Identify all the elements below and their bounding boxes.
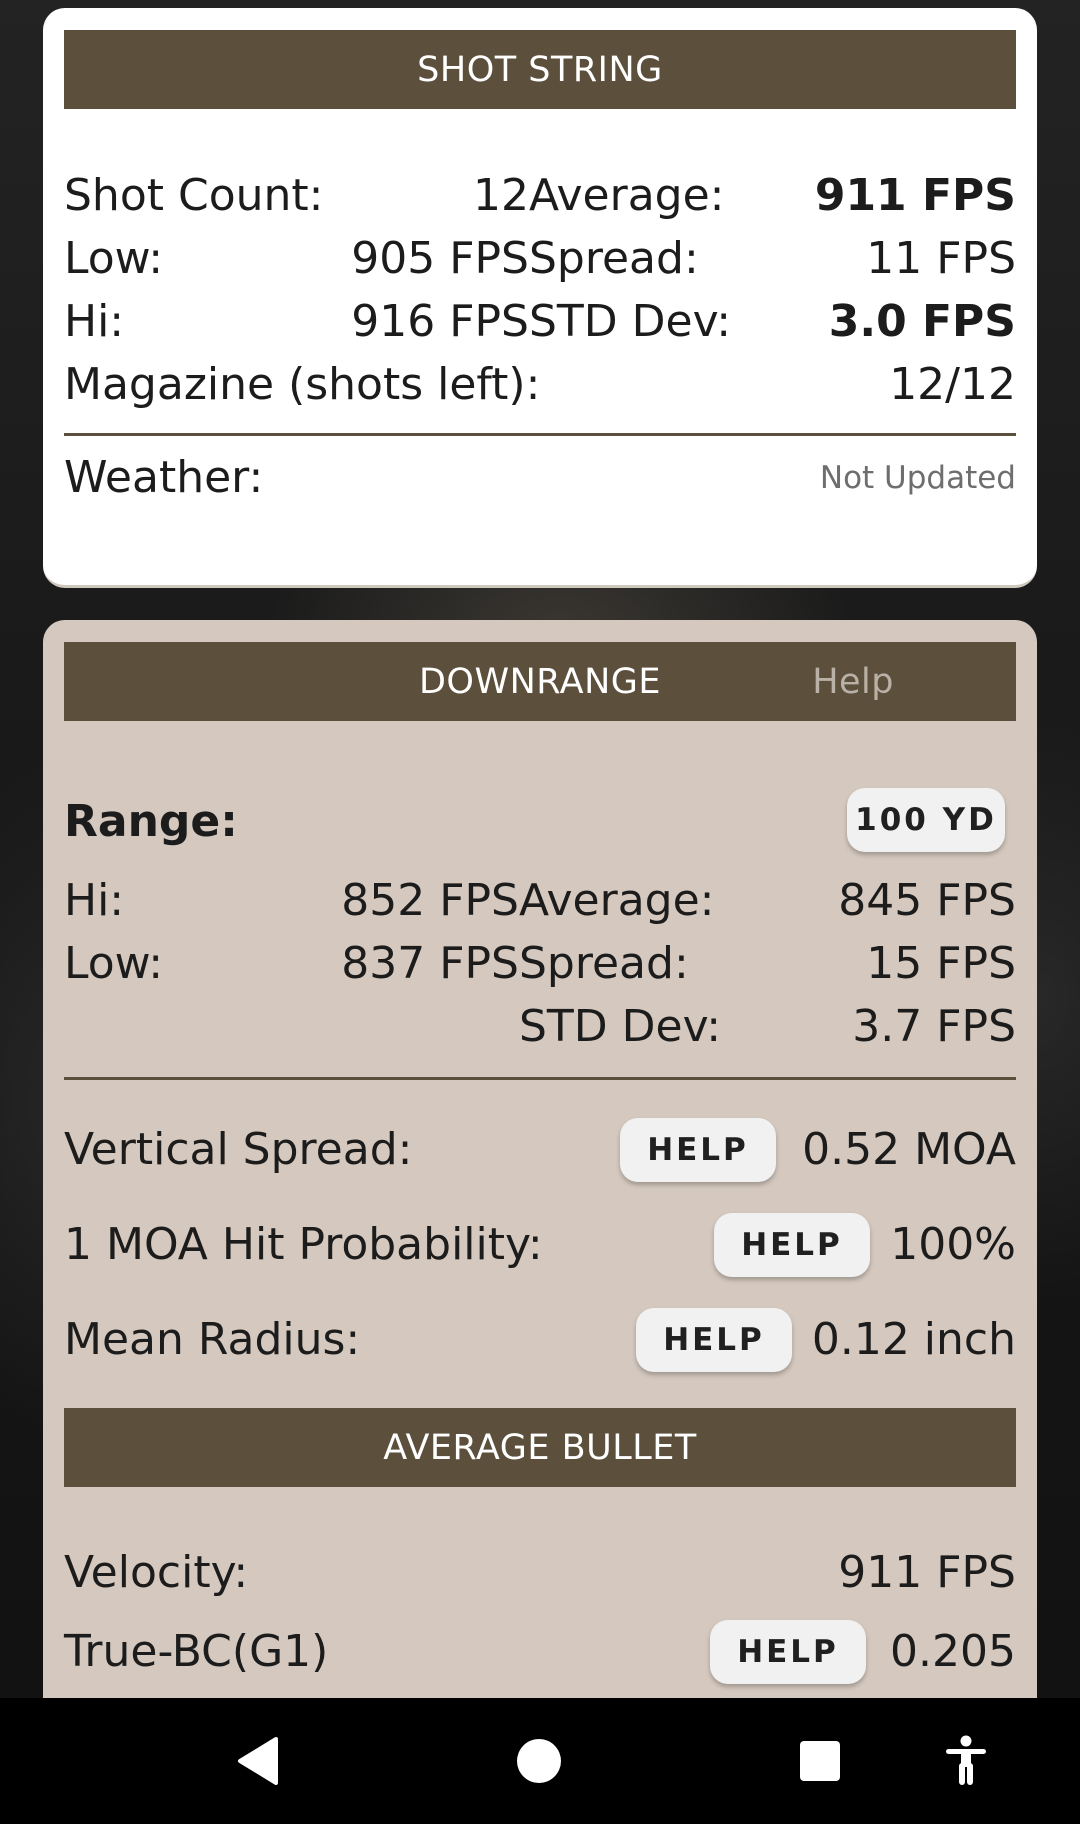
vertical-spread-help-button[interactable]: HELP — [620, 1118, 776, 1182]
hi-label: Hi: — [64, 296, 125, 347]
shot-string-card: SHOT STRING Shot Count: 12 Average: 911 … — [43, 8, 1037, 588]
average-bullet-header: AVERAGE BULLET — [64, 1408, 1016, 1487]
vertical-spread-label: Vertical Spread: — [64, 1124, 413, 1175]
downrange-low-value: 837 FPS — [341, 938, 519, 989]
downrange-card: DOWNRANGE Help Range: 100 YD Hi: 852 FPS… — [43, 620, 1037, 1700]
true-bc-value: 0.205 — [890, 1626, 1016, 1677]
downrange-std-dev-value: 3.7 FPS — [852, 1001, 1016, 1052]
vertical-spread-value: 0.52 MOA — [802, 1124, 1016, 1175]
accessibility-icon — [946, 1735, 986, 1785]
downrange-std-dev-label: STD Dev: — [519, 1001, 722, 1052]
downrange-spread-label: Spread: — [519, 938, 689, 989]
spread-value: 11 FPS — [866, 233, 1016, 284]
downrange-divider — [64, 1077, 1016, 1080]
average-bullet-title: AVERAGE BULLET — [383, 1427, 697, 1468]
velocity-label: Velocity: — [64, 1547, 249, 1598]
average-value: 911 FPS — [814, 170, 1016, 221]
downrange-average-label: Average: — [519, 875, 715, 926]
downrange-low-label: Low: — [64, 938, 164, 989]
magazine-label: Magazine (shots left): — [64, 359, 541, 410]
recents-icon — [800, 1741, 840, 1781]
navigation-bar — [0, 1698, 1080, 1824]
range-button[interactable]: 100 YD — [847, 788, 1005, 852]
downrange-help-link[interactable]: Help — [812, 642, 894, 721]
downrange-hi-label: Hi: — [64, 875, 125, 926]
downrange-title: DOWNRANGE — [418, 661, 662, 702]
home-button[interactable] — [479, 1698, 599, 1824]
downrange-hi-value: 852 FPS — [341, 875, 519, 926]
mean-radius-help-label: HELP — [663, 1322, 765, 1358]
magazine-value: 12/12 — [889, 359, 1016, 410]
true-bc-help-button[interactable]: HELP — [710, 1620, 866, 1684]
average-label: Average: — [529, 170, 725, 221]
mean-radius-help-button[interactable]: HELP — [636, 1308, 792, 1372]
weather-status: Not Updated — [819, 460, 1016, 496]
true-bc-help-label: HELP — [737, 1634, 839, 1670]
low-value: 905 FPS — [351, 233, 529, 284]
back-button[interactable] — [198, 1698, 318, 1824]
recents-button[interactable] — [760, 1698, 880, 1824]
true-bc-label: True-BC(G1) — [64, 1626, 329, 1677]
shot-string-divider — [64, 433, 1016, 436]
downrange-spread-value: 15 FPS — [866, 938, 1016, 989]
std-dev-label: STD Dev: — [529, 296, 732, 347]
downrange-header: DOWNRANGE Help — [64, 642, 1016, 721]
shot-count-value: 12 — [473, 170, 529, 221]
std-dev-value: 3.0 FPS — [828, 296, 1016, 347]
accessibility-button[interactable] — [906, 1698, 1026, 1824]
downrange-average-value: 845 FPS — [838, 875, 1016, 926]
weather-label: Weather: — [64, 452, 264, 503]
back-icon — [238, 1737, 278, 1785]
home-icon — [517, 1739, 561, 1783]
mean-radius-value: 0.12 inch — [811, 1314, 1016, 1365]
hit-probability-value: 100% — [890, 1219, 1016, 1270]
vertical-spread-help-label: HELP — [647, 1132, 749, 1168]
range-button-label: 100 YD — [855, 802, 997, 838]
spread-label: Spread: — [529, 233, 699, 284]
range-label: Range: — [64, 796, 238, 847]
shot-count-label: Shot Count: — [64, 170, 324, 221]
hit-probability-help-button[interactable]: HELP — [714, 1213, 870, 1277]
low-label: Low: — [64, 233, 164, 284]
mean-radius-label: Mean Radius: — [64, 1314, 361, 1365]
hit-probability-label: 1 MOA Hit Probability: — [64, 1219, 543, 1270]
hi-value: 916 FPS — [351, 296, 529, 347]
hit-probability-help-label: HELP — [741, 1227, 843, 1263]
shot-string-title: SHOT STRING — [417, 49, 663, 90]
velocity-value: 911 FPS — [838, 1547, 1016, 1598]
shot-string-header: SHOT STRING — [64, 30, 1016, 109]
